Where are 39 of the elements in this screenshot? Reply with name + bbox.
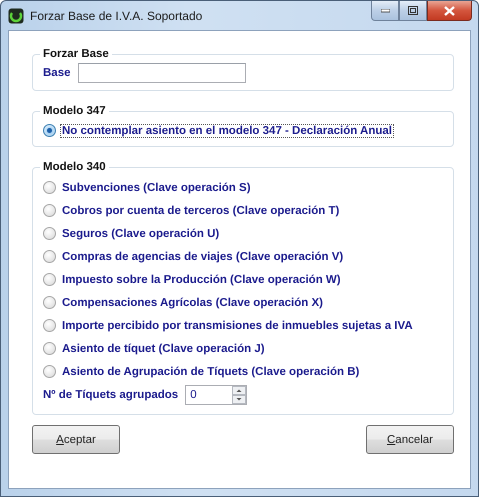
radio-label[interactable]: Subvenciones (Clave operación S)	[60, 180, 253, 194]
group-title: Forzar Base	[42, 48, 110, 60]
radio-label[interactable]: Importe percibido por transmisiones de inmuebles sujetas a IVA	[60, 318, 415, 332]
radio-button[interactable]	[43, 273, 56, 286]
radio-label[interactable]: Asiento de Agrupación de Tíquets (Clave operación B)	[60, 364, 362, 378]
radio-button[interactable]	[43, 296, 56, 309]
radio-button[interactable]	[43, 204, 56, 217]
radio-label[interactable]: Cobros por cuenta de terceros (Clave operación T)	[60, 204, 342, 218]
spin-up-icon[interactable]	[232, 386, 246, 395]
radio-label[interactable]: Compensaciones Agrícolas (Clave operación X)	[60, 296, 325, 310]
radio-button[interactable]	[43, 319, 56, 332]
radio-label[interactable]: Impuesto sobre la Producción (Clave operación W)	[60, 272, 343, 286]
radio-label[interactable]: Compras de agencias de viajes (Clave operación V)	[60, 250, 346, 264]
group-title: Modelo 340	[42, 161, 107, 173]
field-label: Base	[43, 67, 70, 79]
app-icon	[8, 8, 24, 24]
minimize-button[interactable]	[371, 1, 399, 21]
close-button[interactable]	[427, 1, 472, 21]
radio-button[interactable]	[43, 250, 56, 263]
maximize-icon	[408, 6, 418, 15]
minimize-icon	[380, 8, 390, 12]
spin-down-icon[interactable]	[232, 395, 246, 404]
field-label: Nº de Tíquets agrupados	[43, 389, 178, 401]
radio-button[interactable]	[43, 365, 56, 378]
accept-button[interactable]: Aceptar	[32, 425, 120, 454]
radio-button[interactable]	[43, 227, 56, 240]
radio-button[interactable]	[43, 342, 56, 355]
spin-field[interactable]: 0	[185, 385, 248, 405]
maximize-button[interactable]	[399, 1, 427, 21]
close-icon	[444, 6, 455, 16]
radio-button[interactable]	[43, 181, 56, 194]
base-field[interactable]	[78, 63, 246, 83]
radio-label[interactable]: No contemplar asiento en el modelo 347 - Declaración Anual	[60, 124, 394, 138]
radio-label[interactable]: Seguros (Clave operación U)	[60, 226, 222, 240]
radio-label[interactable]: Asiento de tíquet (Clave operación J)	[60, 342, 267, 356]
window-title: Forzar Base de I.V.A. Soportado	[30, 8, 202, 22]
cancel-button[interactable]: Cancelar	[366, 425, 454, 454]
group-title: Modelo 347	[42, 105, 107, 117]
radio-button[interactable]	[43, 124, 56, 137]
